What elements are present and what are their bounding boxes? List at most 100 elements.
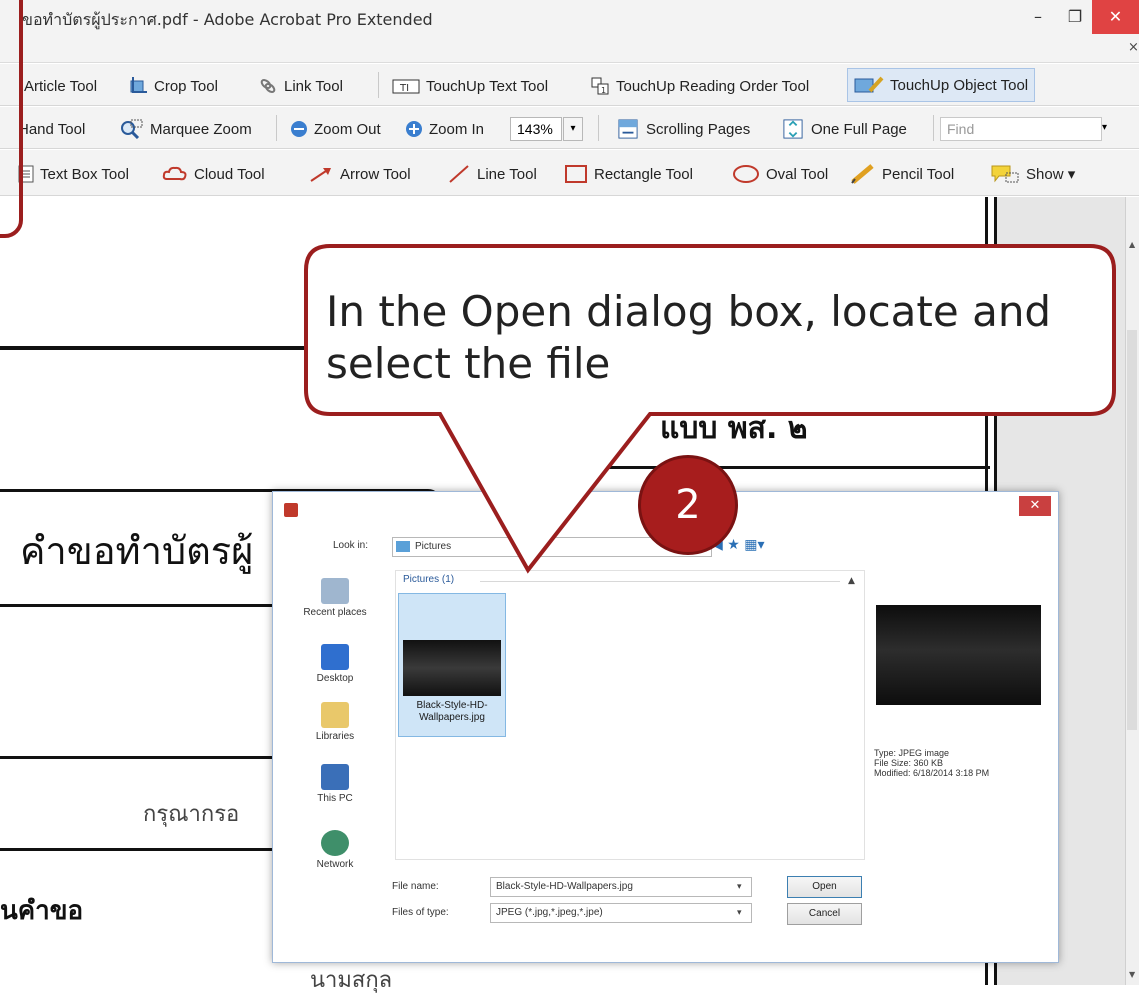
preview-size: File Size: 360 KB (874, 758, 944, 768)
file-type-select[interactable]: JPEG (*.jpg,*.jpeg,*.jpe) (490, 903, 752, 923)
arrow-icon (310, 168, 331, 182)
scrolling-pages-label: Scrolling Pages (646, 120, 751, 138)
file-thumbnail[interactable] (403, 640, 501, 696)
network-icon (321, 830, 349, 856)
line-icon (449, 165, 469, 183)
file-item-name: Black-Style-HD-Wallpapers.jpg (416, 700, 488, 723)
desktop-icon (321, 644, 349, 670)
file-preview-info: Type: JPEG image File Size: 360 KB Modif… (874, 748, 989, 778)
zoom-out-button[interactable]: Zoom Out (290, 116, 381, 142)
callout-text: In the Open dialog box, locate and selec… (326, 287, 1052, 388)
pencil-tool-button[interactable]: Pencil Tool (850, 161, 954, 187)
document-rule (0, 848, 300, 851)
crop-tool-button[interactable]: Crop Tool (128, 73, 218, 99)
group-divider (480, 581, 840, 582)
cloud-icon (162, 166, 187, 181)
place-this-pc[interactable]: This PC (290, 764, 380, 804)
minimize-button[interactable]: – (1018, 0, 1058, 34)
arrow-tool-button[interactable]: Arrow Tool (308, 161, 411, 187)
scrolling-pages-button[interactable]: Scrolling Pages (616, 116, 750, 142)
touchup-text-tool-label: TouchUp Text Tool (426, 77, 549, 95)
article-tool-label: Article Tool (24, 77, 98, 95)
zoom-in-button[interactable]: Zoom In (405, 116, 484, 142)
zoom-dropdown-icon[interactable]: ▾ (563, 117, 583, 141)
one-full-page-button[interactable]: One Full Page (781, 116, 907, 142)
document-section-title: นคำขอ (0, 896, 84, 926)
scrolling-pages-icon (618, 119, 638, 139)
cloud-tool-button[interactable]: Cloud Tool (162, 161, 265, 187)
marquee-zoom-label: Marquee Zoom (150, 120, 252, 138)
step-number-badge: 2 (638, 455, 738, 555)
toolbar-highlight-frame (0, 0, 23, 238)
show-menu-button[interactable]: Show ▾ (990, 161, 1075, 187)
one-full-page-icon (783, 119, 803, 139)
touchup-object-icon (854, 76, 884, 93)
place-label: Libraries (315, 731, 355, 742)
link-tool-button[interactable]: Link Tool (258, 73, 343, 99)
reading-order-icon: 1 (591, 77, 609, 95)
rectangle-tool-label: Rectangle Tool (594, 165, 693, 183)
rectangle-tool-button[interactable]: Rectangle Tool (564, 161, 693, 187)
scroll-down-icon[interactable]: ▼ (1129, 970, 1135, 979)
toolbar-separator (933, 115, 934, 141)
zoom-out-icon (291, 121, 307, 137)
zoom-level-input[interactable]: 143% (510, 117, 562, 141)
line-tool-button[interactable]: Line Tool (447, 161, 537, 187)
zoom-in-icon (406, 121, 422, 137)
marquee-zoom-button[interactable]: Marquee Zoom (118, 116, 252, 142)
toolbar-separator (276, 115, 277, 141)
preview-type: Type: JPEG image (874, 748, 950, 758)
place-label: This PC (317, 793, 353, 804)
place-label: Network (316, 859, 354, 870)
file-name-input[interactable]: Black-Style-HD-Wallpapers.jpg (490, 877, 752, 897)
recent-places-icon (321, 578, 349, 604)
link-tool-label: Link Tool (284, 77, 343, 95)
oval-icon (733, 165, 759, 183)
file-name-dropdown-icon[interactable]: ▾ (737, 882, 742, 892)
touchup-object-tool-button[interactable]: TouchUp Object Tool (847, 68, 1036, 102)
find-input[interactable]: Find (940, 117, 1102, 141)
place-libraries[interactable]: Libraries (290, 702, 380, 742)
menu-strip (0, 38, 1139, 63)
oval-tool-button[interactable]: Oval Tool (732, 161, 828, 187)
link-icon (260, 79, 276, 93)
place-desktop[interactable]: Desktop (290, 644, 380, 684)
place-label: Desktop (316, 673, 354, 684)
window-title: ขอทำบัตรผู้ประกาศ.pdf - Adobe Acrobat Pr… (22, 10, 433, 29)
crop-icon (130, 77, 147, 93)
text-box-tool-button[interactable]: Text Box Tool (18, 161, 129, 187)
comment-bubble-icon (991, 165, 1019, 183)
place-recent-places[interactable]: Recent places (290, 578, 380, 618)
close-document-icon[interactable]: × (1128, 40, 1139, 55)
touchup-reading-order-tool-button[interactable]: 1 TouchUp Reading Order Tool (590, 73, 809, 99)
oval-tool-label: Oval Tool (766, 165, 829, 183)
close-window-button[interactable]: ✕ (1092, 0, 1139, 34)
document-heading: คำขอทำบัตรผู้ (20, 529, 254, 573)
cloud-tool-label: Cloud Tool (194, 165, 265, 183)
touchup-reading-order-tool-label: TouchUp Reading Order Tool (616, 77, 810, 95)
place-network[interactable]: Network (290, 830, 380, 870)
zoom-out-label: Zoom Out (314, 120, 381, 138)
places-bar: Recent places Desktop Libraries This PC … (290, 568, 380, 878)
touchup-object-tool-label: TouchUp Object Tool (890, 76, 1029, 94)
svg-text:1: 1 (601, 86, 606, 95)
cancel-button[interactable]: Cancel (787, 903, 862, 925)
marquee-zoom-icon (121, 119, 143, 139)
maximize-button[interactable]: ❐ (1058, 0, 1092, 34)
open-button[interactable]: Open (787, 876, 862, 898)
find-dropdown-icon[interactable]: ▾ (1102, 122, 1107, 133)
hand-tool-button[interactable]: Hand Tool (18, 116, 85, 142)
file-type-dropdown-icon[interactable]: ▾ (737, 908, 742, 918)
svg-text:TI: TI (399, 83, 409, 94)
pencil-icon (851, 164, 874, 184)
touchup-text-tool-button[interactable]: TI TouchUp Text Tool (392, 73, 548, 99)
line-tool-label: Line Tool (477, 165, 537, 183)
article-tool-button[interactable]: Article Tool (24, 73, 97, 99)
libraries-icon (321, 702, 349, 728)
pencil-tool-label: Pencil Tool (882, 165, 955, 183)
document-instruction: กรุณากรอ (143, 802, 240, 827)
document-rule (0, 756, 300, 759)
crop-tool-label: Crop Tool (154, 77, 218, 95)
toolbar-separator (378, 72, 379, 98)
show-menu-label: Show ▾ (1026, 166, 1076, 183)
